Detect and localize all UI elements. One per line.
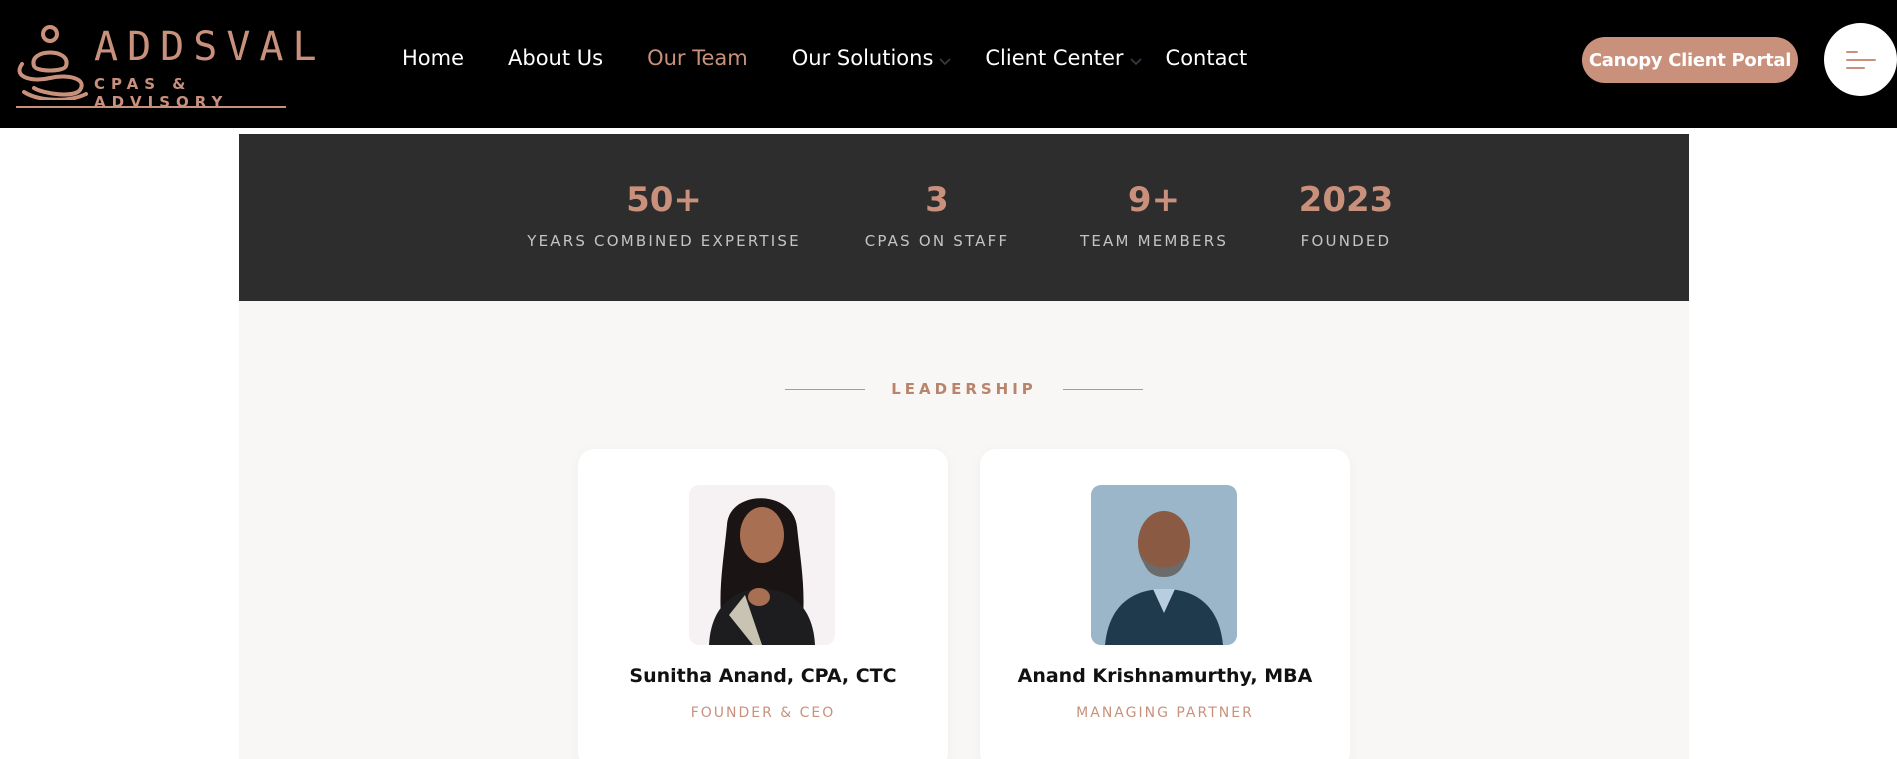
stat-founded: 2023 FOUNDED [1299,180,1394,250]
leadership-heading: LEADERSHIP [891,380,1037,398]
stats-band: 50+ YEARS COMBINED EXPERTISE 3 CPAS ON S… [239,134,1689,301]
chevron-down-icon [939,58,951,66]
stat-label: TEAM MEMBERS [1079,232,1229,250]
nav-about-us[interactable]: About Us [508,46,603,70]
nav-contact[interactable]: Contact [1166,46,1248,70]
stat-value: 50+ [626,180,702,220]
main-nav: Home About Us Our Team Our Solutions Cli… [402,46,1291,70]
team-member-card[interactable]: Anand Krishnamurthy, MBA MANAGING PARTNE… [980,449,1350,759]
member-photo [689,485,835,645]
menu-button[interactable] [1824,23,1897,96]
client-portal-button[interactable]: Canopy Client Portal [1582,37,1798,83]
heading-rule-left [785,388,866,390]
nav-our-solutions[interactable]: Our Solutions [792,46,954,70]
member-name: Sunitha Anand, CPA, CTC [629,665,897,687]
heading-rule-right [1062,388,1143,390]
hamburger-menu-icon [1846,51,1876,69]
portrait-image [689,485,835,645]
stat-value: 2023 [1298,180,1394,220]
member-name: Anand Krishnamurthy, MBA [1017,665,1313,687]
team-member-card[interactable]: Sunitha Anand, CPA, CTC FOUNDER & CEO [578,449,948,759]
stat-label: FOUNDED [1300,232,1392,250]
stat-value: 3 [925,180,949,220]
portrait-image [1091,485,1237,645]
nav-client-center[interactable]: Client Center [985,46,1143,70]
section-heading: LEADERSHIP [239,380,1689,398]
nav-client-center-label: Client Center [985,46,1124,70]
nav-home[interactable]: Home [402,46,464,70]
member-role: MANAGING PARTNER [1076,705,1254,721]
nav-our-team[interactable]: Our Team [647,46,748,70]
member-role: FOUNDER & CEO [690,705,836,721]
brand-name: ADDSVAL [94,24,326,70]
stat-cpas-on-staff: 3 CPAS ON STAFF [865,180,1010,250]
stat-value: 9+ [1127,180,1181,220]
stat-label: CPAS ON STAFF [864,232,1010,250]
nav-contact-label: Contact [1165,46,1248,70]
nav-our-solutions-label: Our Solutions [791,46,934,70]
brand-logo[interactable]: ADDSVAL CPAS & ADVISORY [14,20,317,111]
stat-years-expertise: 50+ YEARS COMBINED EXPERTISE [527,180,801,250]
chevron-down-icon [1129,58,1142,66]
leadership-section: LEADERSHIP Sunitha Anand, CPA, CTC FOUND… [239,301,1689,759]
site-header: ADDSVAL CPAS & ADVISORY Home About Us Ou… [0,0,1897,128]
stat-team-members: 9+ TEAM MEMBERS [1080,180,1228,250]
stat-label: YEARS COMBINED EXPERTISE [527,232,801,250]
nav-about-us-label: About Us [508,46,604,70]
member-photo [1091,485,1237,645]
lotus-figure-icon [17,25,88,100]
nav-our-team-label: Our Team [647,46,748,70]
nav-home-label: Home [402,46,465,70]
logo-underline [16,106,286,108]
